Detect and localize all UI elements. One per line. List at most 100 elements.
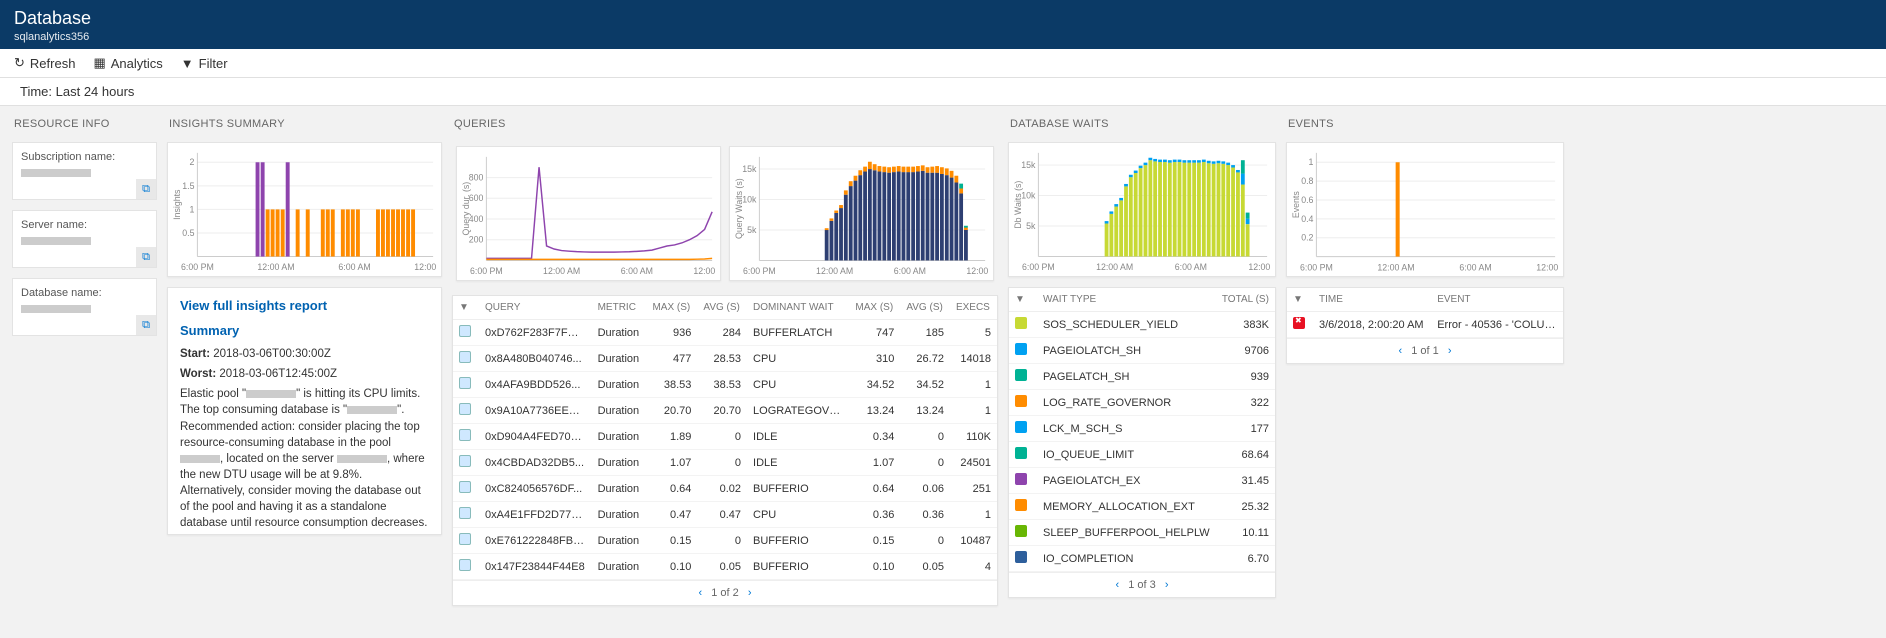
th-max[interactable]: MAX (S)	[646, 296, 697, 320]
cell-total: 68.64	[1216, 442, 1275, 468]
cell-max: 477	[646, 346, 697, 372]
filter-button[interactable]: ▼ Filter	[181, 56, 228, 71]
table-row[interactable]: 0xA4E1FFD2D77C...Duration0.470.47CPU0.36…	[453, 502, 997, 528]
table-row[interactable]: 3/6/2018, 2:00:20 AMError - 40536 - 'COL…	[1287, 312, 1563, 338]
analytics-button[interactable]: ▦ Analytics	[93, 55, 162, 71]
th-avg[interactable]: AVG (S)	[697, 296, 747, 320]
queries-pager-prev[interactable]: ‹	[693, 587, 709, 599]
events-pager-next[interactable]: ›	[1442, 345, 1458, 357]
th-domwait[interactable]: DOMINANT WAIT	[747, 296, 849, 320]
waits-pager-prev[interactable]: ‹	[1110, 579, 1126, 591]
svg-text:6:00 AM: 6:00 AM	[894, 266, 926, 276]
svg-text:10k: 10k	[1021, 190, 1036, 200]
events-header-row: ▼ TIME EVENT	[1287, 288, 1563, 312]
table-row[interactable]: PAGEIOLATCH_EX31.45	[1009, 468, 1275, 494]
table-row[interactable]: MEMORY_ALLOCATION_EXT25.32	[1009, 494, 1275, 520]
table-row[interactable]: PAGELATCH_SH939	[1009, 364, 1275, 390]
th-metric[interactable]: METRIC	[592, 296, 647, 320]
table-row[interactable]: 0xE761222848FB8DDuration0.150BUFFERIO0.1…	[453, 528, 997, 554]
cell-metric: Duration	[592, 320, 647, 346]
table-row[interactable]: 0x4CBDAD32DB5...Duration1.070IDLE1.07024…	[453, 450, 997, 476]
view-full-insights-link[interactable]: View full insights report	[180, 298, 429, 313]
th-davg[interactable]: AVG (S)	[900, 296, 950, 320]
database-popout-button[interactable]: ⧉	[136, 315, 156, 335]
insights-paragraph-1: Elastic pool "" is hitting its CPU limit…	[180, 386, 429, 531]
table-row[interactable]: SLEEP_BUFFERPOOL_HELPLW10.11	[1009, 520, 1275, 546]
query-duration-chart: 2004006008006:00 PM12:00 AM6:00 AM12:00 …	[459, 151, 718, 278]
svg-text:0.2: 0.2	[1301, 233, 1313, 243]
table-row[interactable]: PAGEIOLATCH_SH9706	[1009, 338, 1275, 364]
query-icon	[459, 325, 471, 337]
filter-column-icon[interactable]: ▼	[453, 296, 479, 320]
query-icon	[459, 507, 471, 519]
table-row[interactable]: 0x8A480B040746...Duration47728.53CPU3102…	[453, 346, 997, 372]
row-icon-cell	[1009, 416, 1037, 442]
cell-max: 936	[646, 320, 697, 346]
time-range-bar[interactable]: Time: Last 24 hours	[0, 78, 1886, 106]
query-duration-chart-card[interactable]: 2004006008006:00 PM12:00 AM6:00 AM12:00 …	[456, 146, 721, 281]
wait-type-icon	[1015, 369, 1027, 381]
popout-icon: ⧉	[142, 251, 150, 264]
queries-pager-next[interactable]: ›	[742, 587, 758, 599]
table-row[interactable]: LOG_RATE_GOVERNOR322	[1009, 390, 1275, 416]
insights-worst: Worst: 2018-03-06T12:45:00Z	[180, 366, 429, 382]
cell-davg: 26.72	[900, 346, 950, 372]
cell-domwait: CPU	[747, 372, 849, 398]
events-chart-card[interactable]: 0.20.40.60.816:00 PM12:00 AM6:00 AM12:00…	[1286, 142, 1564, 277]
row-icon-cell	[1009, 338, 1037, 364]
server-popout-button[interactable]: ⧉	[136, 247, 156, 267]
waits-pager: ‹ 1 of 3 ›	[1009, 572, 1275, 597]
time-range-label: Time: Last 24 hours	[20, 84, 134, 99]
table-row[interactable]: 0xC824056576DF...Duration0.640.02BUFFERI…	[453, 476, 997, 502]
insights-chart-card[interactable]: 0.511.526:00 PM12:00 AM6:00 AM12:00 PMIn…	[167, 142, 442, 277]
svg-text:6:00 AM: 6:00 AM	[338, 262, 370, 272]
svg-text:0.6: 0.6	[1301, 195, 1313, 205]
cell-max: 0.64	[646, 476, 697, 502]
filter-column-icon[interactable]: ▼	[1287, 288, 1313, 312]
refresh-button[interactable]: ↻ Refresh	[14, 55, 75, 71]
subscription-popout-button[interactable]: ⧉	[136, 179, 156, 199]
cell-metric: Duration	[592, 372, 647, 398]
table-row[interactable]: 0xD762F283F7FBF5Duration936284BUFFERLATC…	[453, 320, 997, 346]
cell-davg: 0.06	[900, 476, 950, 502]
th-time[interactable]: TIME	[1313, 288, 1431, 312]
popout-icon: ⧉	[142, 319, 150, 332]
table-row[interactable]: 0x9A10A7736EED...Duration20.7020.70LOGRA…	[453, 398, 997, 424]
svg-text:12:00 AM: 12:00 AM	[1377, 262, 1414, 272]
th-dmax[interactable]: MAX (S)	[849, 296, 900, 320]
th-execs[interactable]: EXECS	[950, 296, 997, 320]
database-label: Database name:	[21, 287, 150, 299]
events-pager-prev[interactable]: ‹	[1393, 345, 1409, 357]
th-total[interactable]: TOTAL (S)	[1216, 288, 1275, 312]
cell-total: 322	[1216, 390, 1275, 416]
th-event[interactable]: EVENT	[1431, 288, 1563, 312]
th-waittype[interactable]: WAIT TYPE	[1037, 288, 1216, 312]
table-row[interactable]: IO_COMPLETION6.70	[1009, 546, 1275, 572]
cell-davg: 0	[900, 450, 950, 476]
filter-column-icon[interactable]: ▼	[1009, 288, 1037, 312]
waits-pager-next[interactable]: ›	[1159, 579, 1175, 591]
cell-avg: 0.47	[697, 502, 747, 528]
table-row[interactable]: IO_QUEUE_LIMIT68.64	[1009, 442, 1275, 468]
table-row[interactable]: LCK_M_SCH_S177	[1009, 416, 1275, 442]
dashboard: RESOURCE INFO Subscription name: ⧉ Serve…	[0, 106, 1886, 616]
table-row[interactable]: 0x147F23844F44E8Duration0.100.05BUFFERIO…	[453, 554, 997, 580]
cell-waittype: IO_COMPLETION	[1037, 546, 1216, 572]
table-row[interactable]: SOS_SCHEDULER_YIELD383K	[1009, 312, 1275, 338]
th-query[interactable]: QUERY	[479, 296, 592, 320]
svg-text:6:00 AM: 6:00 AM	[1459, 262, 1491, 272]
cell-dmax: 34.52	[849, 372, 900, 398]
table-row[interactable]: 0x4AFA9BDD526...Duration38.5338.53CPU34.…	[453, 372, 997, 398]
cell-davg: 0	[900, 528, 950, 554]
query-icon	[459, 429, 471, 441]
filter-label: Filter	[199, 56, 228, 71]
db-waits-chart-card[interactable]: 5k10k15k6:00 PM12:00 AM6:00 AM12:00 PMDb…	[1008, 142, 1276, 277]
subscription-value-redacted	[21, 169, 91, 177]
cell-total: 10.11	[1216, 520, 1275, 546]
table-row[interactable]: 0xD904A4FED700...Duration1.890IDLE0.3401…	[453, 424, 997, 450]
query-waits-chart-card[interactable]: 5k10k15k6:00 PM12:00 AM6:00 AM12:00 PMQu…	[729, 146, 994, 281]
cell-execs: 10487	[950, 528, 997, 554]
cell-dmax: 747	[849, 320, 900, 346]
svg-text:1: 1	[1309, 157, 1314, 167]
cell-waittype: PAGEIOLATCH_SH	[1037, 338, 1216, 364]
